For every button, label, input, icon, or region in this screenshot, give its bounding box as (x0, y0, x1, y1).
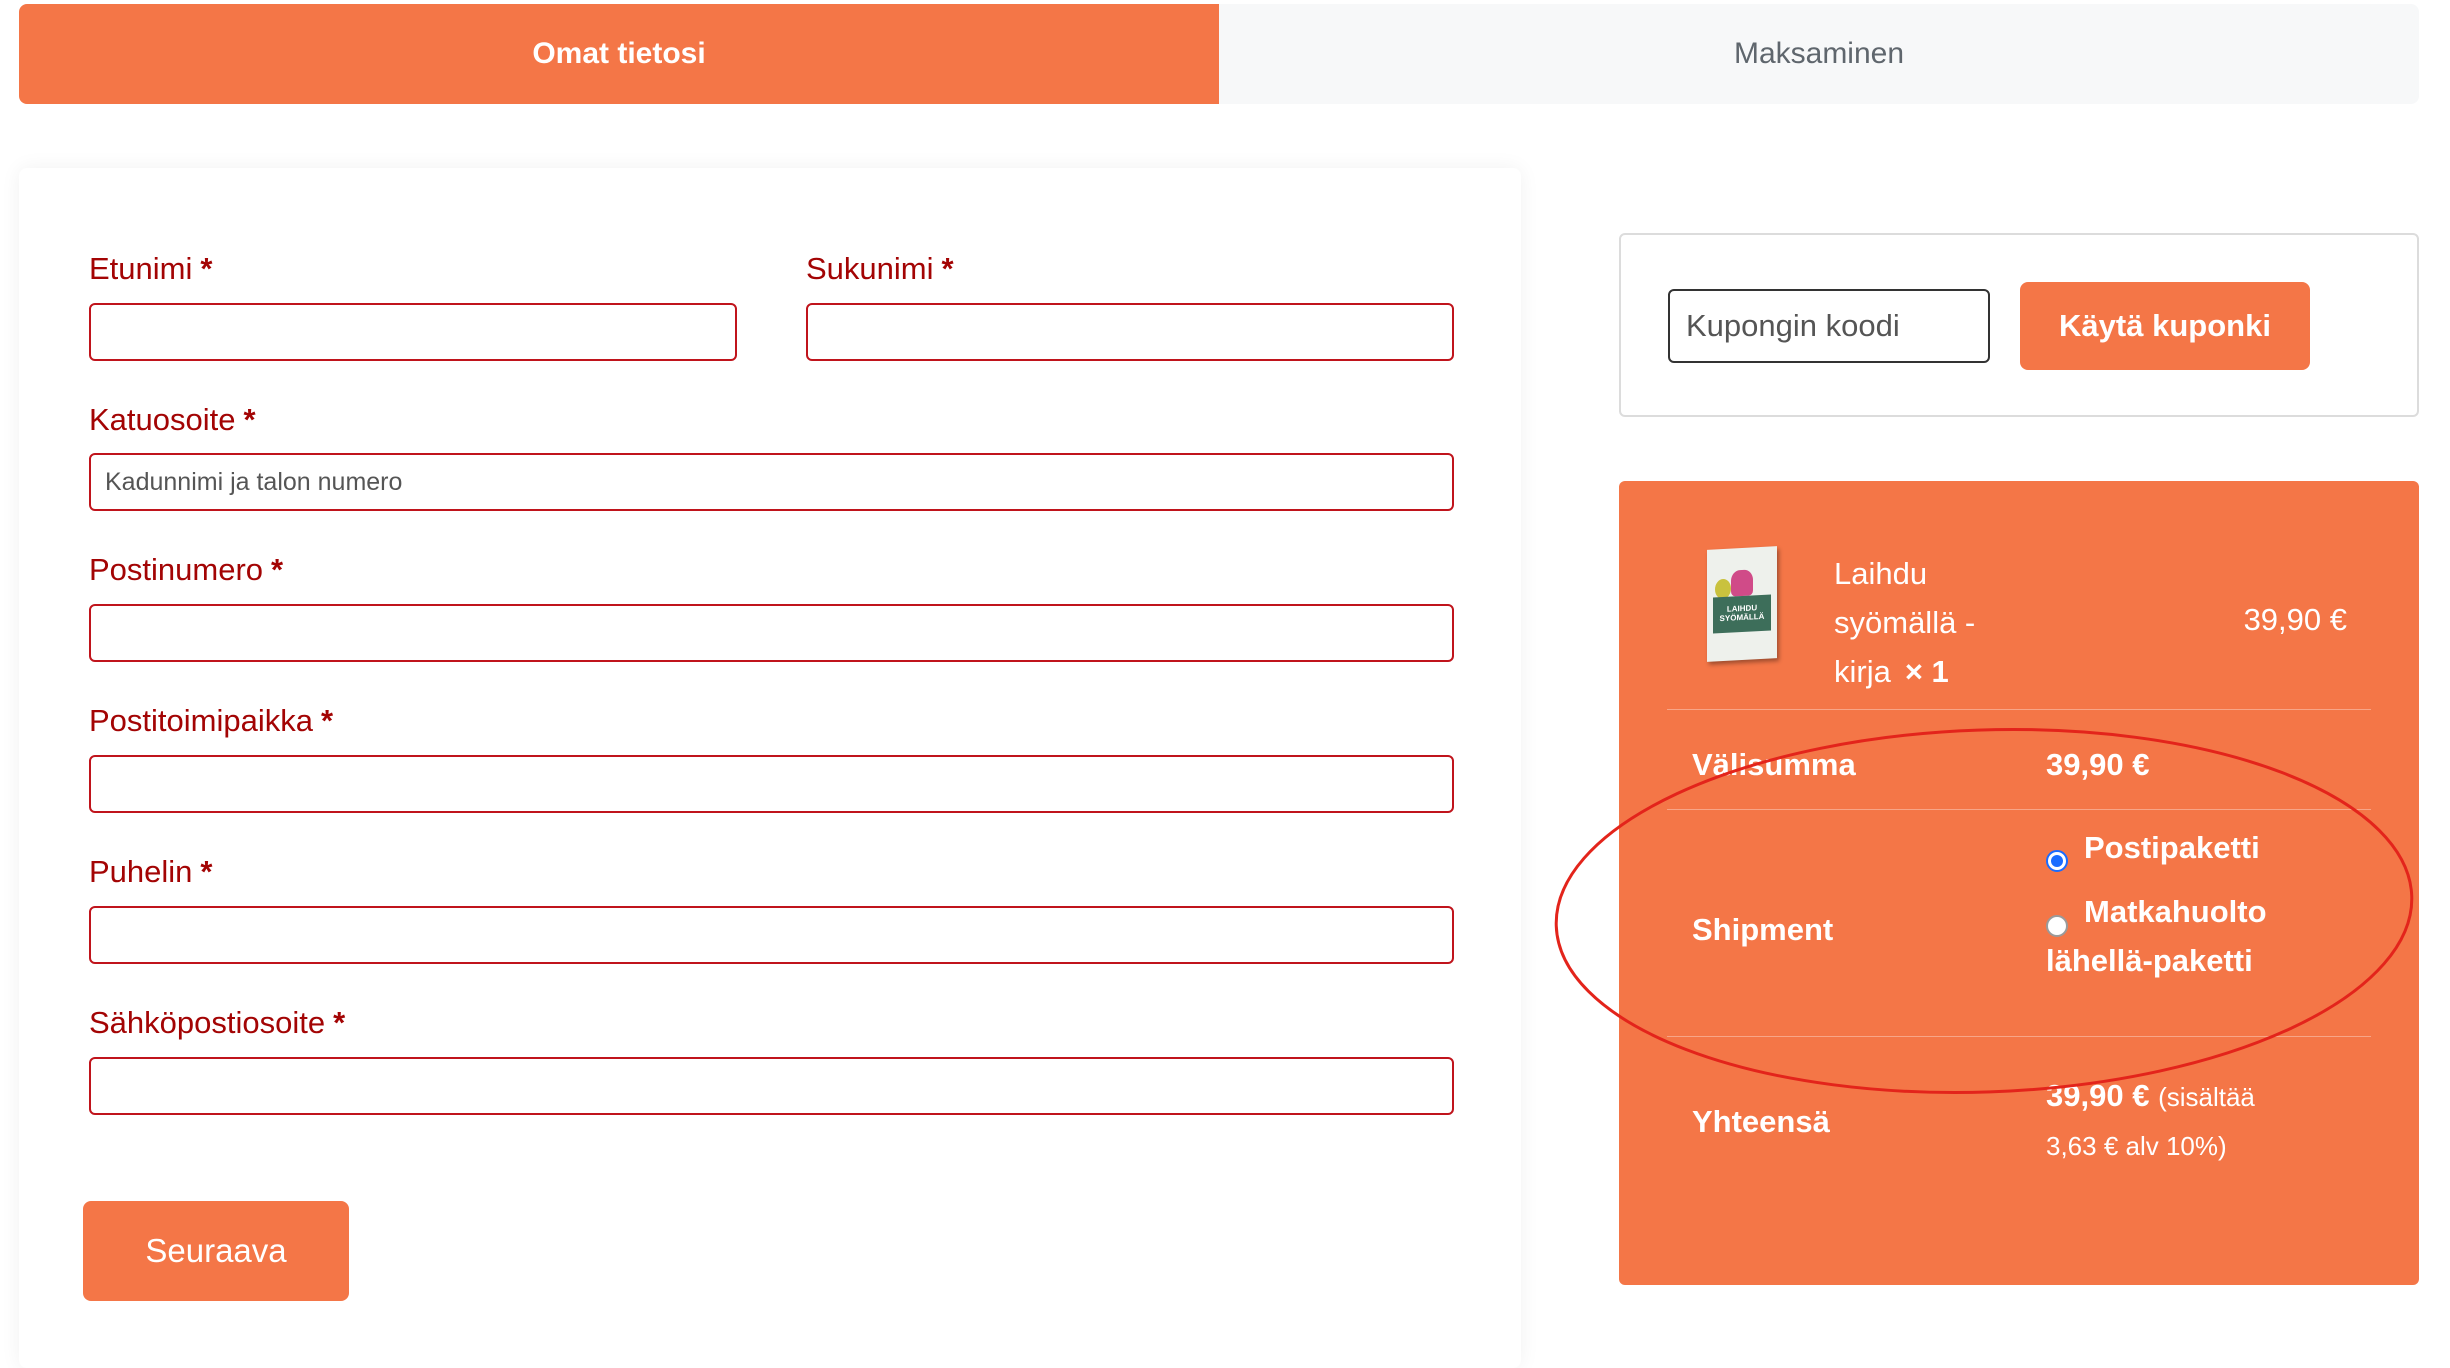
product-thumbnail: LAIHDU SYÖMÄLLÄ (1707, 546, 1777, 662)
product-quantity: × 1 (1904, 654, 1949, 689)
product-name: Laihdu syömällä - kirja × 1 (1834, 556, 1976, 689)
divider (1667, 1036, 2371, 1037)
next-button[interactable]: Seuraava (83, 1201, 349, 1301)
label-katuosoite: Katuosoite * (89, 402, 256, 437)
last-name-input[interactable] (806, 303, 1454, 361)
checkout-steps: Omat tietosi Maksaminen (19, 4, 2419, 104)
tax-note-line2: 3,63 € alv 10%) (2046, 1131, 2227, 1161)
label-puhelin: Puhelin * (89, 854, 213, 889)
tab-omat-tietosi[interactable]: Omat tietosi (19, 4, 1219, 104)
radio-matkahuolto[interactable] (2046, 915, 2068, 937)
total-block: 39,90 € (sisältää 3,63 € alv 10%) (2046, 1071, 2255, 1171)
divider (1667, 809, 2371, 810)
shipment-option-matkahuolto[interactable]: Matkahuolto (2084, 887, 2267, 936)
tax-note-line1: (sisältää (2158, 1082, 2255, 1112)
coupon-box: Käytä kuponki (1619, 233, 2419, 417)
street-address-input[interactable] (89, 453, 1454, 511)
label-sahkopostiosoite: Sähköpostiosoite * (89, 1005, 346, 1040)
total-value: 39,90 € (2046, 1078, 2150, 1113)
tab-maksaminen[interactable]: Maksaminen (1219, 4, 2419, 104)
phone-input[interactable] (89, 906, 1454, 964)
customer-info-form: Etunimi* Sukunimi* Katuosoite* Postinume… (19, 168, 1521, 1368)
postal-code-input[interactable] (89, 604, 1454, 662)
shipment-option-postipaketti[interactable]: Postipaketti (2084, 823, 2260, 872)
coupon-code-input[interactable] (1668, 289, 1990, 363)
order-summary: LAIHDU SYÖMÄLLÄ Laihdu syömällä - kirja ×… (1619, 481, 2419, 1285)
cover-portrait-graphic (1731, 569, 1753, 597)
subtotal-label: Välisumma (1692, 747, 1856, 782)
shipment-label: Shipment (1692, 912, 1834, 947)
first-name-input[interactable] (89, 303, 737, 361)
subtotal-value: 39,90 € (2046, 747, 2150, 782)
total-label: Yhteensä (1692, 1104, 1830, 1139)
cover-title-text: LAIHDU SYÖMÄLLÄ (1719, 603, 1765, 624)
shipment-option-matkahuolto-line2[interactable]: lähellä-paketti (2046, 936, 2253, 985)
label-postitoimipaikka: Postitoimipaikka * (89, 703, 334, 738)
divider (1667, 709, 2371, 710)
product-price: 39,90 € (2243, 602, 2347, 637)
label-sukunimi: Sukunimi * (806, 251, 954, 286)
apply-coupon-button[interactable]: Käytä kuponki (2020, 282, 2310, 370)
label-postinumero: Postinumero * (89, 552, 284, 587)
label-etunimi: Etunimi * (89, 251, 213, 286)
email-input[interactable] (89, 1057, 1454, 1115)
city-input[interactable] (89, 755, 1454, 813)
radio-postipaketti[interactable] (2046, 850, 2068, 872)
